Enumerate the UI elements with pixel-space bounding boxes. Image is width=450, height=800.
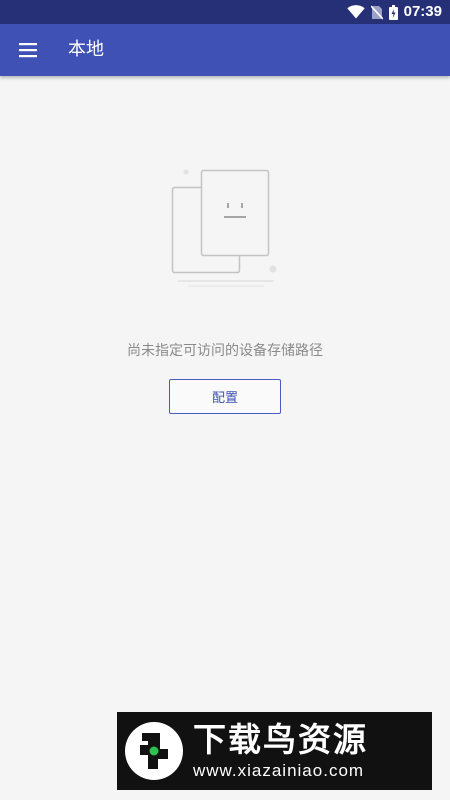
watermark-text: 下载鸟资源 www.xiazainiao.com: [193, 720, 368, 782]
app-bar: 本地: [0, 24, 450, 76]
empty-illustration: [164, 164, 284, 294]
menu-button[interactable]: [8, 30, 48, 70]
configure-button[interactable]: 配置: [169, 379, 281, 414]
empty-document-icon: [171, 169, 277, 287]
status-bar: 07:39: [0, 0, 450, 24]
watermark-title: 下载鸟资源: [193, 720, 368, 759]
page-title: 本地: [68, 39, 104, 60]
menu-icon: [19, 43, 37, 58]
watermark-logo: [125, 722, 183, 780]
battery-icon: [388, 4, 398, 20]
wifi-icon: [346, 5, 365, 19]
no-sim-icon: [370, 4, 383, 20]
watermark-url: www.xiazainiao.com: [193, 761, 365, 780]
bird-logo-icon: [140, 733, 168, 769]
status-icons: 07:39: [346, 3, 442, 21]
empty-state-message: 尚未指定可访问的设备存储路径: [127, 343, 323, 359]
watermark-banner: 下载鸟资源 www.xiazainiao.com: [117, 712, 432, 790]
status-time: 07:39: [403, 3, 442, 20]
